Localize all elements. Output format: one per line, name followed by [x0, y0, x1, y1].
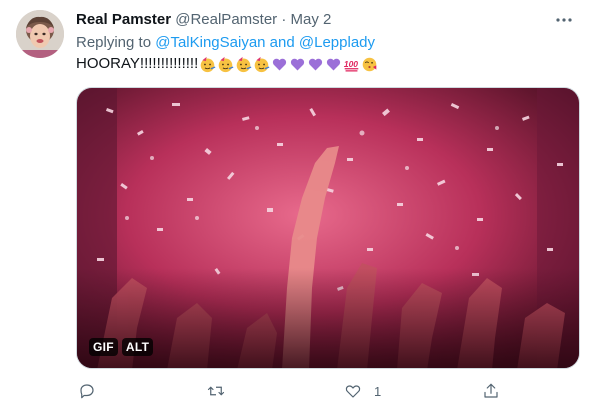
user-handle[interactable]: @RealPamster — [175, 11, 277, 28]
share-button[interactable] — [482, 381, 500, 401]
like-count: 1 — [374, 383, 382, 399]
mention-talkingsaiyan[interactable]: @TalKingSaiyan — [155, 34, 265, 51]
replying-to: Replying to @TalKingSaiyan and @Lepplady — [76, 33, 375, 53]
tweet-body: HOORAY!!!!!!!!!!!!!! — [76, 55, 199, 72]
tweet-date[interactable]: May 2 — [291, 11, 332, 28]
purple-heart-icon — [327, 58, 341, 70]
avatar[interactable] — [16, 10, 64, 58]
svg-text:100: 100 — [344, 59, 358, 69]
hundred-points-icon: 100 — [344, 59, 359, 72]
replying-prefix: Replying to — [76, 34, 156, 51]
tweet-header: Real Pamster @RealPamster · May 2 — [76, 10, 570, 30]
partying-face-icon — [200, 56, 216, 72]
more-options-button[interactable] — [552, 8, 576, 32]
purple-heart-icon — [309, 58, 323, 70]
face-blowing-kiss-icon — [362, 57, 377, 71]
purple-heart-icon — [273, 58, 287, 70]
reply-button[interactable] — [78, 381, 96, 401]
tweet[interactable]: Real Pamster @RealPamster · May 2 Replyi… — [0, 0, 590, 402]
mention-lepplady[interactable]: @Lepplady — [299, 34, 375, 51]
alt-badge[interactable]: ALT — [121, 338, 154, 356]
retweet-button[interactable] — [207, 381, 225, 401]
partying-face-icon — [236, 56, 252, 72]
media-badges: GIF ALT — [89, 338, 154, 356]
share-icon — [484, 383, 498, 398]
partying-face-icon — [218, 56, 234, 72]
like-button[interactable]: 1 — [344, 381, 381, 401]
more-horizontal-icon — [556, 18, 572, 22]
gif-badge: GIF — [89, 338, 118, 356]
purple-heart-icon — [291, 58, 305, 70]
gif-media[interactable]: GIF ALT — [76, 87, 580, 369]
heart-icon — [345, 385, 361, 398]
partying-face-icon — [254, 56, 270, 72]
tweet-text: HOORAY!!!!!!!!!!!!!! 100 — [76, 54, 378, 74]
mention-and[interactable]: and — [266, 34, 299, 51]
reply-icon — [80, 384, 94, 399]
separator-dot: · — [281, 11, 287, 28]
retweet-icon — [207, 386, 225, 396]
confetti-crowd-image — [77, 88, 579, 368]
avatar-image — [16, 10, 64, 58]
action-bar: 1 — [76, 381, 556, 401]
display-name[interactable]: Real Pamster — [76, 11, 171, 28]
